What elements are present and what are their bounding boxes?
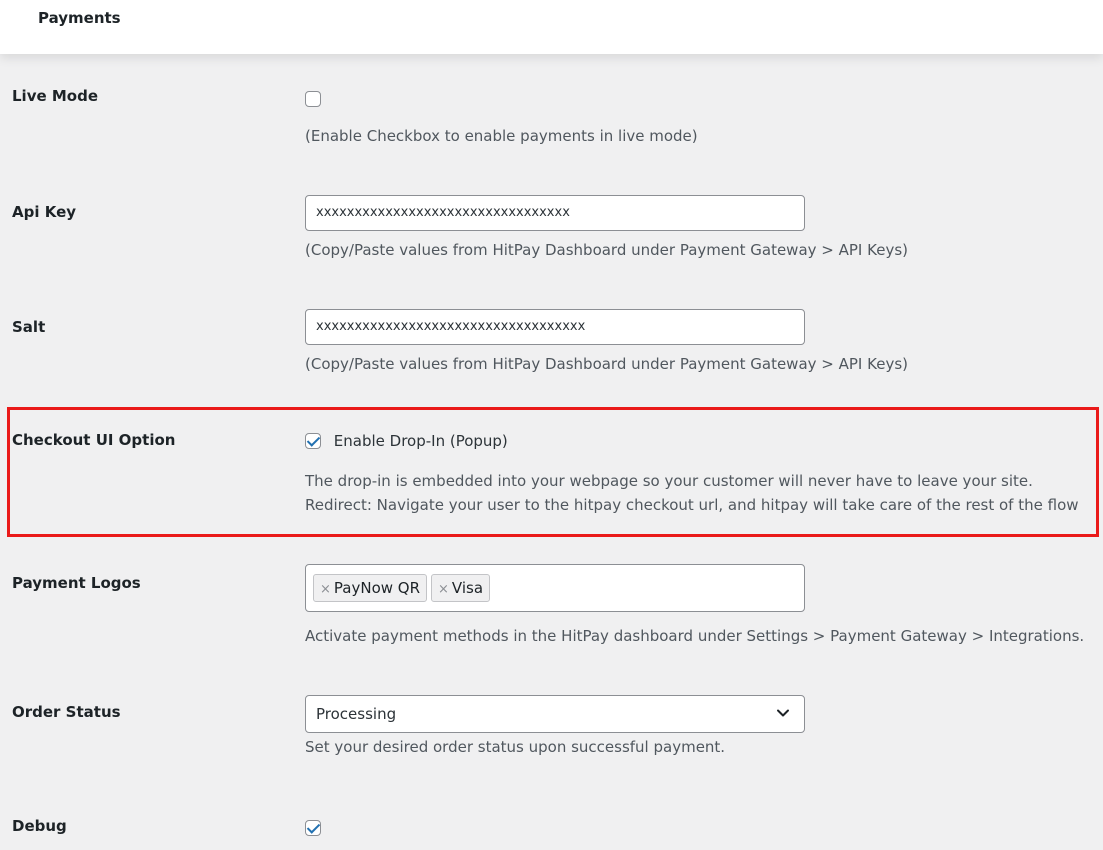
debug-label: Debug	[12, 817, 67, 835]
payment-logos-description: Activate payment methods in the HitPay d…	[305, 627, 1085, 645]
remove-tag-icon[interactable]: ×	[320, 582, 331, 597]
api-key-input[interactable]: xxxxxxxxxxxxxxxxxxxxxxxxxxxxxxxxx	[305, 195, 805, 231]
live-mode-label: Live Mode	[12, 87, 99, 105]
debug-checkbox[interactable]	[305, 819, 321, 836]
top-bar: Payments	[0, 0, 1103, 54]
tag-label: PayNow QR	[333, 579, 421, 597]
live-mode-checkbox[interactable]	[305, 90, 321, 107]
order-status-label: Order Status	[12, 703, 121, 721]
payment-logos-multiselect[interactable]: × PayNow QR × Visa	[305, 564, 805, 612]
checkout-ui-description-drop-in: The drop-in is embedded into your webpag…	[305, 472, 1033, 490]
tag-label: Visa	[451, 579, 484, 597]
order-status-selected-value: Processing	[316, 705, 397, 723]
api-key-label: Api Key	[12, 203, 77, 221]
remove-tag-icon[interactable]: ×	[438, 582, 449, 597]
tab-payments[interactable]: Payments	[38, 9, 121, 27]
order-status-description: Set your desired order status upon succe…	[305, 738, 726, 756]
tag-visa: × Visa	[431, 574, 491, 602]
enable-drop-in-label[interactable]: Enable Drop-In (Popup)	[334, 432, 508, 450]
salt-input[interactable]: xxxxxxxxxxxxxxxxxxxxxxxxxxxxxxxxxxx	[305, 309, 805, 345]
checkout-ui-label: Checkout UI Option	[12, 431, 176, 449]
enable-drop-in-checkbox[interactable]	[305, 432, 321, 449]
checkout-ui-description-redirect: Redirect: Navigate your user to the hitp…	[305, 496, 1079, 514]
chevron-down-icon	[777, 709, 789, 717]
salt-label: Salt	[12, 318, 46, 336]
tag-paynow-qr: × PayNow QR	[313, 574, 428, 602]
payment-logos-label: Payment Logos	[12, 574, 141, 592]
salt-description: (Copy/Paste values from HitPay Dashboard…	[305, 355, 908, 373]
api-key-description: (Copy/Paste values from HitPay Dashboard…	[305, 241, 908, 259]
live-mode-description: (Enable Checkbox to enable payments in l…	[305, 127, 698, 145]
order-status-select[interactable]: Processing	[305, 695, 805, 733]
